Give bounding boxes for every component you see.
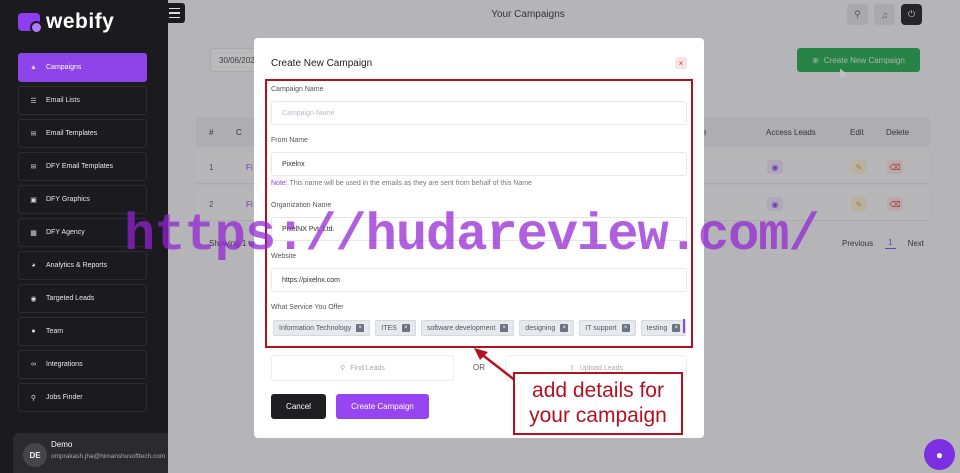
- service-tag-label: Information Technology: [279, 324, 352, 332]
- search-icon: ⚲: [340, 365, 346, 372]
- from-name-input[interactable]: Pixelnx: [271, 152, 687, 176]
- list-icon: ☰: [30, 97, 37, 105]
- logo-text: webify: [46, 10, 115, 33]
- sidebar-item-label: Analytics & Reports: [46, 262, 108, 269]
- profile-email: omprakash.jha@himanshusofttech.com: [51, 453, 166, 460]
- sidebar-item-targeted-leads[interactable]: ◉ Targeted Leads: [18, 284, 147, 313]
- from-name-note: Note: This name will be used in the emai…: [271, 180, 532, 187]
- remove-tag-icon[interactable]: ×: [621, 324, 630, 332]
- remove-tag-icon[interactable]: ×: [560, 324, 569, 332]
- sidebar-item-label: Targeted Leads: [46, 295, 95, 302]
- from-name-label: From Name: [271, 137, 308, 144]
- service-tag-label: testing: [646, 324, 668, 332]
- service-tag: software development ×: [420, 320, 515, 336]
- remove-tag-icon[interactable]: ×: [401, 324, 410, 332]
- services-label: What Service You Offer: [271, 304, 344, 311]
- service-tag: IT support ×: [579, 320, 636, 336]
- annotation-line-2: your campaign: [529, 404, 667, 427]
- envelope-icon: ✉: [30, 163, 37, 171]
- scrollbar-thumb[interactable]: [683, 319, 685, 333]
- service-tag: Information Technology ×: [273, 320, 371, 336]
- service-tag: testing ×: [640, 320, 687, 336]
- note-prefix: Note:: [271, 180, 288, 187]
- sidebar-item-email-lists[interactable]: ☰ Email Lists: [18, 86, 147, 115]
- integrations-icon: ∞: [31, 361, 36, 368]
- sidebar-item-jobs-finder[interactable]: ⚲ Jobs Finder: [18, 383, 147, 412]
- campaign-name-input[interactable]: Campaign Name: [271, 101, 687, 125]
- analytics-icon: ◕: [31, 262, 36, 269]
- service-tag-label: designing: [525, 324, 556, 332]
- user-profile[interactable]: DE Demo omprakash.jha@himanshusofttech.c…: [13, 433, 168, 473]
- website-input[interactable]: https://pixelnx.com: [271, 268, 687, 292]
- service-tag-label: IT support: [585, 324, 617, 332]
- upload-icon: ⇧: [568, 365, 575, 372]
- chat-icon[interactable]: ●: [924, 439, 955, 470]
- team-icon: ●: [31, 328, 36, 335]
- annotation-callout: add details for your campaign: [513, 372, 683, 435]
- campaign-name-label: Campaign Name: [271, 86, 324, 93]
- remove-tag-icon[interactable]: ×: [356, 324, 365, 332]
- service-tag: ITES ×: [375, 320, 416, 336]
- sidebar-item-label: Jobs Finder: [46, 394, 83, 401]
- close-icon[interactable]: ×: [675, 57, 687, 69]
- note-text: This name will be used in the emails as …: [287, 180, 532, 187]
- sidebar-item-label: Team: [46, 328, 64, 335]
- sidebar-item-email-templates[interactable]: ✉ Email Templates: [18, 119, 147, 148]
- logo[interactable]: webify: [18, 10, 114, 34]
- watermark: https://hudareview.com/: [124, 206, 820, 265]
- sidebar-item-dfy-email-templates[interactable]: ✉ DFY Email Templates: [18, 152, 147, 181]
- sidebar-item-campaigns[interactable]: ▲ Campaigns: [18, 53, 147, 82]
- create-campaign-button[interactable]: Create Campaign: [336, 394, 429, 419]
- megaphone-icon: ▲: [30, 64, 37, 71]
- services-tag-input[interactable]: Information Technology × ITES × software d…: [273, 320, 687, 336]
- service-tag-label: ITES: [381, 324, 397, 332]
- sidebar-item-label: DFY Graphics: [46, 196, 90, 203]
- cancel-button[interactable]: Cancel: [271, 394, 326, 419]
- image-icon: ▣: [30, 196, 37, 204]
- annotation-line-1: add details for: [532, 379, 664, 402]
- modal-title: Create New Campaign: [271, 58, 373, 69]
- sidebar-item-label: DFY Agency: [46, 229, 85, 236]
- envelope-icon: ✉: [30, 130, 37, 138]
- service-tag: designing ×: [519, 320, 575, 336]
- sidebar-item-integrations[interactable]: ∞ Integrations: [18, 350, 147, 379]
- find-leads-button[interactable]: ⚲ Find Leads: [271, 355, 454, 381]
- sidebar-item-label: DFY Email Templates: [46, 163, 114, 170]
- sidebar-item-label: Integrations: [46, 361, 83, 368]
- find-leads-label: Find Leads: [350, 364, 385, 372]
- sidebar-item-team[interactable]: ● Team: [18, 317, 147, 346]
- remove-tag-icon[interactable]: ×: [672, 324, 681, 332]
- sidebar-item-label: Campaigns: [46, 64, 82, 71]
- upload-leads-label: Upload Leads: [579, 364, 624, 372]
- target-icon: ◉: [30, 295, 37, 303]
- avatar: DE: [23, 443, 47, 467]
- logo-icon: [18, 13, 43, 34]
- service-tag-label: software development: [426, 324, 496, 332]
- sidebar-item-label: Email Templates: [46, 130, 98, 137]
- sidebar-item-label: Email Lists: [46, 97, 80, 104]
- building-icon: ▦: [30, 229, 37, 237]
- search-icon: ⚲: [30, 394, 37, 402]
- remove-tag-icon[interactable]: ×: [500, 324, 509, 332]
- profile-name: Demo: [51, 440, 73, 449]
- menu-toggle-icon[interactable]: [163, 3, 185, 23]
